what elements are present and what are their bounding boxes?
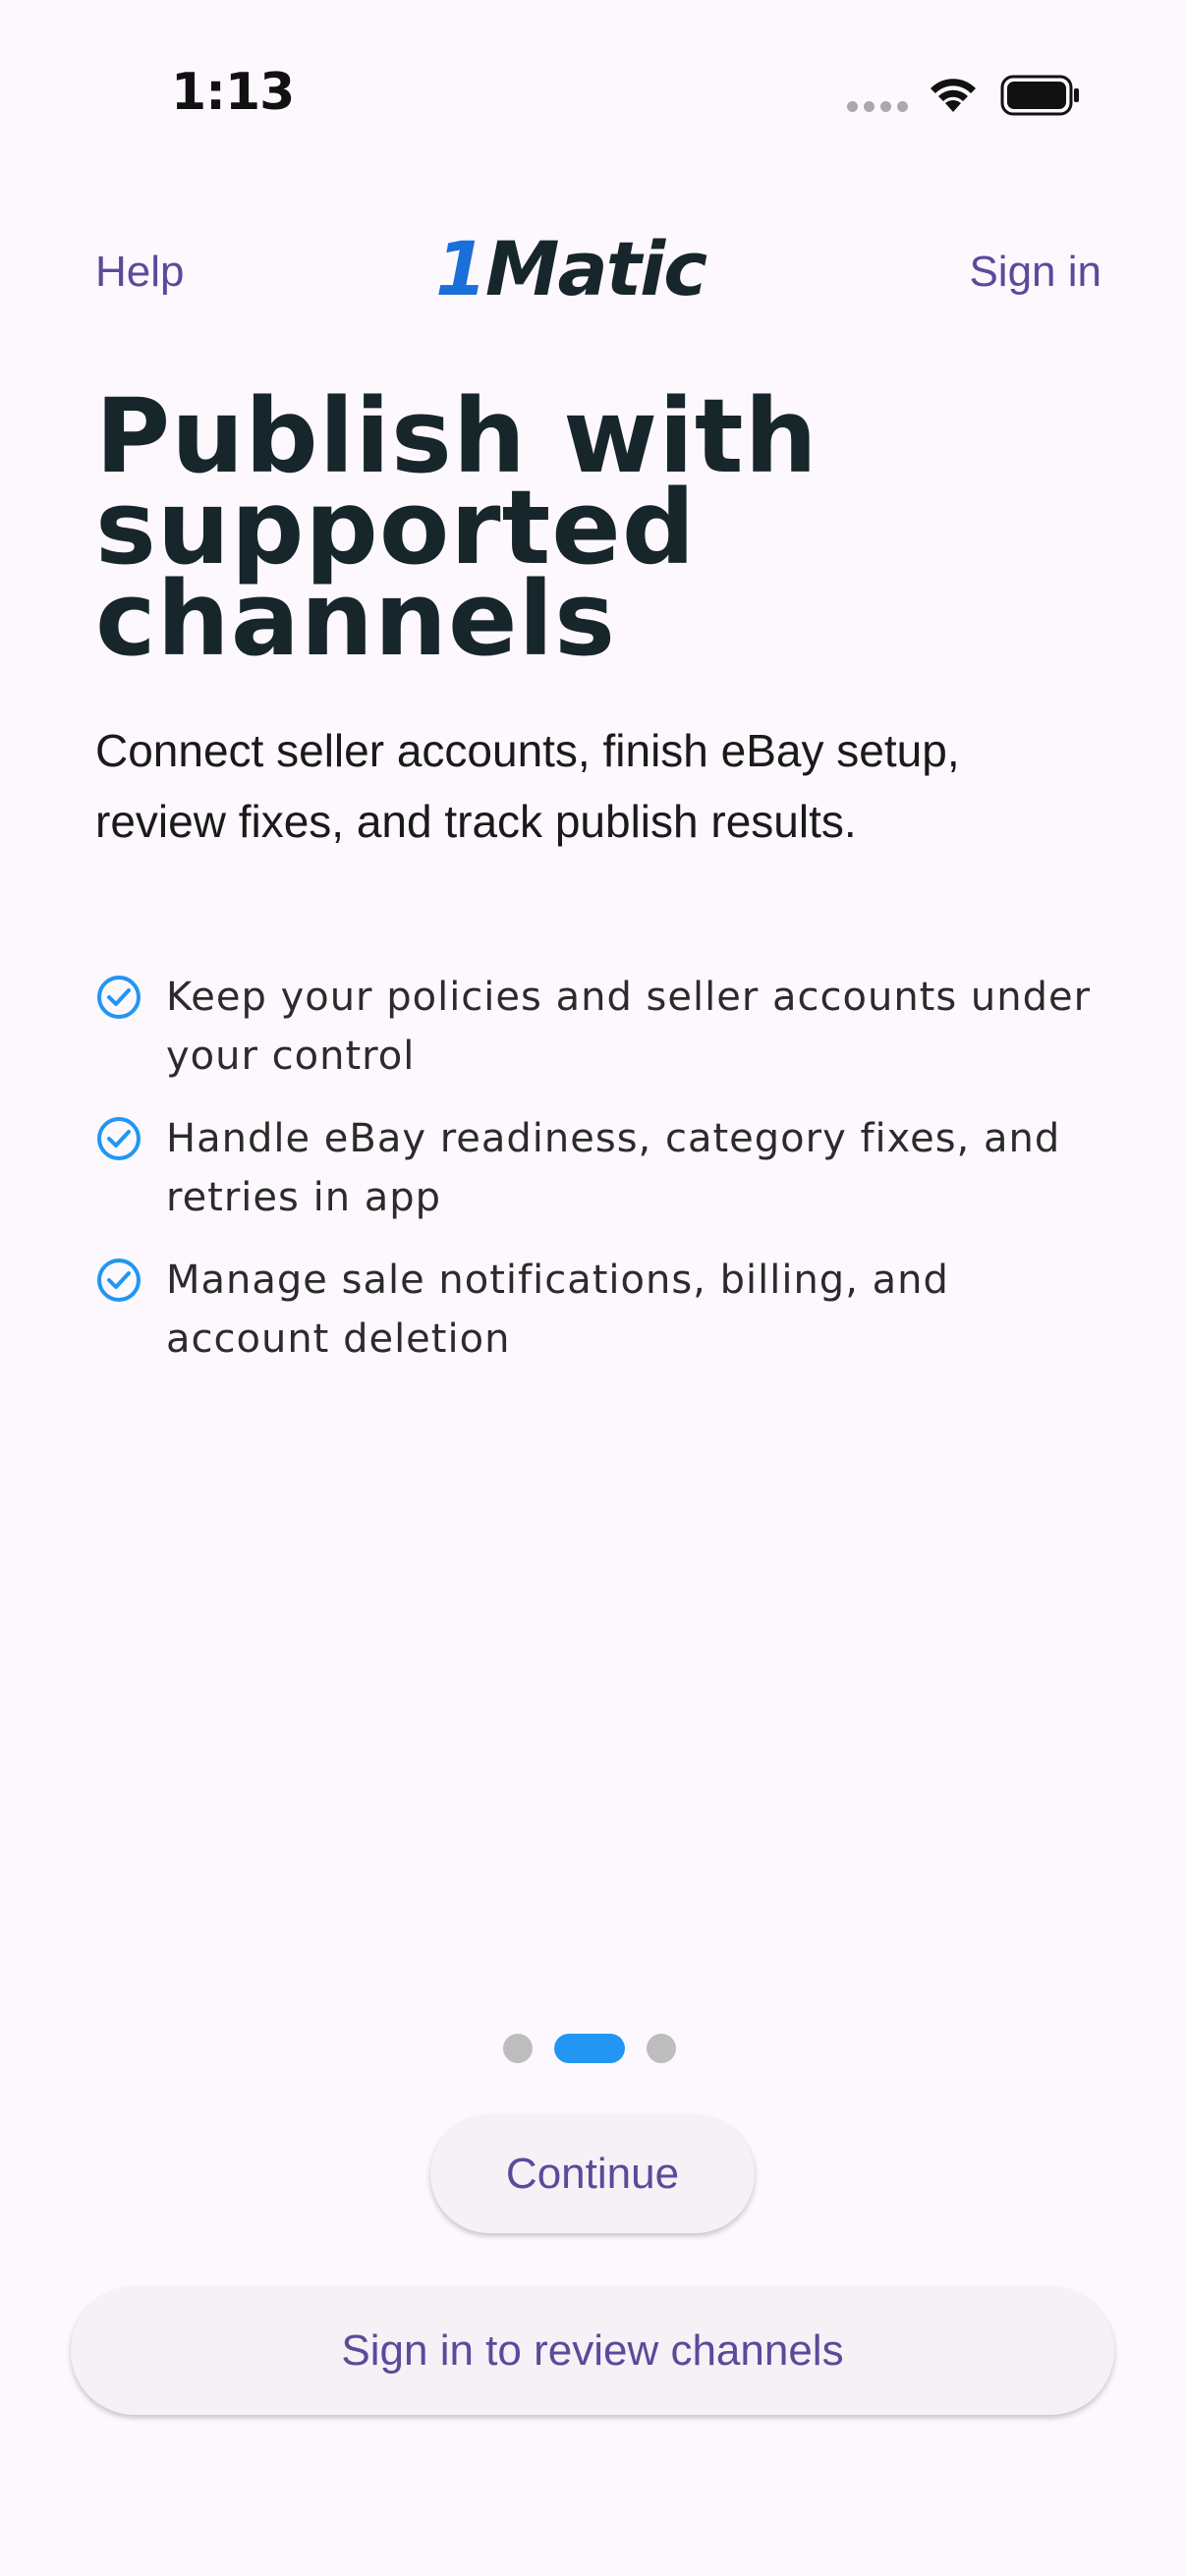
app-logo: 1Matic: [435, 230, 709, 308]
page-dot-3[interactable]: [647, 2034, 676, 2063]
wifi-icon: [931, 79, 976, 112]
top-nav: Help 1Matic Sign in: [0, 226, 1185, 324]
page-subtitle: Connect seller accounts, finish eBay set…: [95, 725, 960, 847]
status-bar: 1:13: [0, 0, 1185, 187]
page-indicator: [503, 2034, 676, 2063]
status-time: 1:13: [171, 63, 295, 122]
check-circle-icon: [97, 1259, 141, 1302]
signal-dots-icon: [847, 101, 908, 112]
sign-in-review-channels-button[interactable]: Sign in to review channels: [71, 2287, 1114, 2415]
feature-item: Keep your policies and seller accounts u…: [95, 968, 1117, 1086]
feature-text: Manage sale notifications, billing, and …: [166, 1258, 949, 1362]
check-circle-icon: [97, 1117, 141, 1160]
check-circle-icon: [97, 976, 141, 1019]
page-dot-2-active[interactable]: [554, 2034, 625, 2063]
feature-item: Manage sale notifications, billing, and …: [95, 1251, 1117, 1369]
sign-in-link[interactable]: Sign in: [969, 248, 1101, 297]
continue-button[interactable]: Continue: [430, 2115, 755, 2233]
page-title: Publish with supported channels: [95, 376, 818, 679]
battery-icon: [1000, 75, 1079, 116]
svg-text:1Matic: 1Matic: [435, 230, 707, 308]
page-dot-1[interactable]: [503, 2034, 533, 2063]
feature-item: Handle eBay readiness, category fixes, a…: [95, 1109, 1117, 1227]
feature-text: Handle eBay readiness, category fixes, a…: [166, 1116, 1061, 1220]
help-link[interactable]: Help: [95, 248, 185, 297]
feature-list: Keep your policies and seller accounts u…: [95, 968, 1117, 1392]
feature-text: Keep your policies and seller accounts u…: [166, 975, 1092, 1079]
